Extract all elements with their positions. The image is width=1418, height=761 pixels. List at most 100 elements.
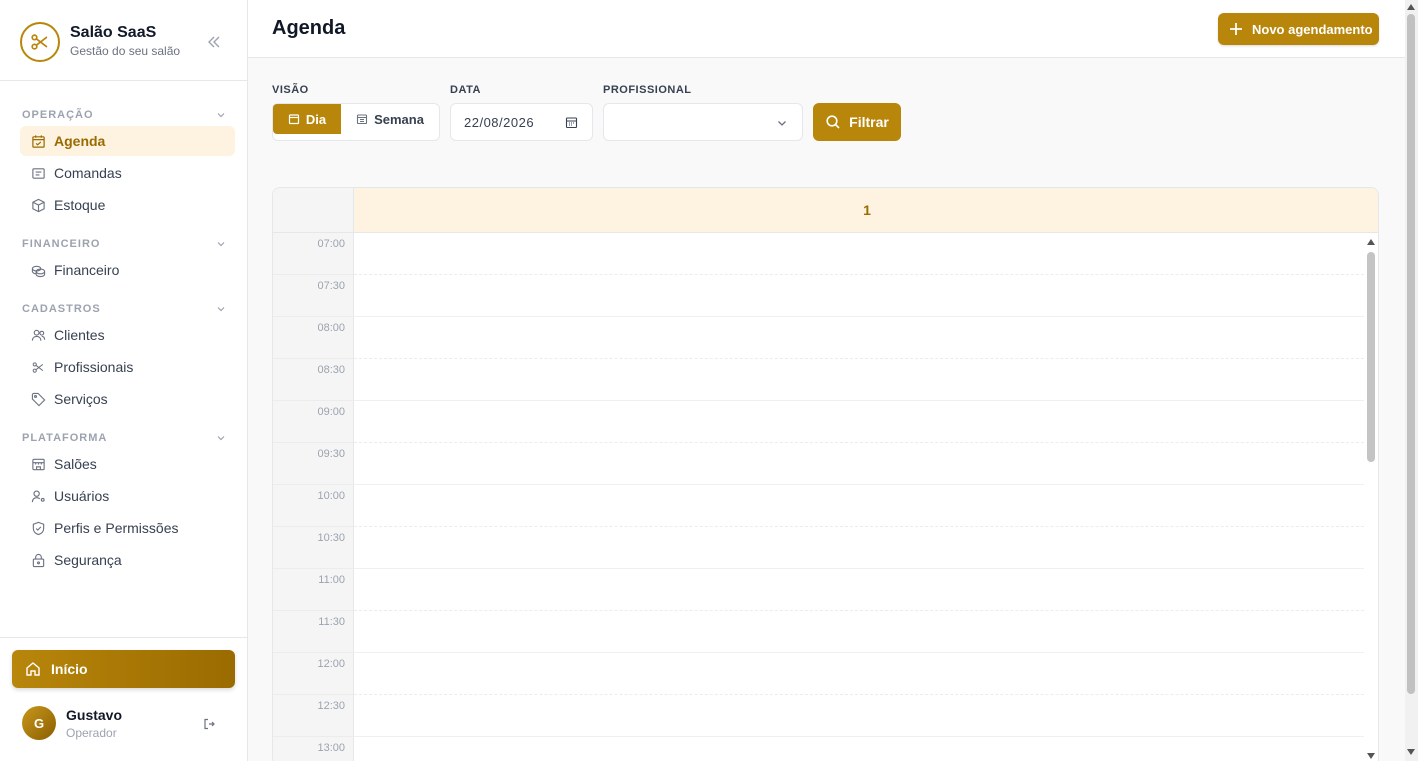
home-icon bbox=[26, 662, 40, 676]
time-slot[interactable] bbox=[354, 569, 1364, 611]
time-slot[interactable] bbox=[354, 401, 1364, 443]
time-slot[interactable] bbox=[354, 359, 1364, 401]
time-label: 12:30 bbox=[317, 700, 345, 712]
sidebar-item-label: Serviços bbox=[54, 391, 108, 407]
chevron-down-icon bbox=[217, 436, 225, 441]
calendar-corner bbox=[273, 188, 354, 233]
new-appointment-button[interactable]: Novo agendamento bbox=[1218, 13, 1379, 45]
page-scroll-up-icon[interactable] bbox=[1407, 4, 1415, 10]
time-label: 07:30 bbox=[317, 280, 345, 292]
section-cadastros[interactable]: CADASTROS bbox=[22, 301, 226, 317]
time-row: 08:00 bbox=[273, 317, 354, 359]
time-slot[interactable] bbox=[354, 653, 1364, 695]
time-label: 09:00 bbox=[317, 406, 345, 418]
section-label: FINANCEIRO bbox=[22, 238, 101, 250]
sidebar-item-financeiro[interactable]: Financeiro bbox=[20, 255, 235, 285]
sidebar-item-clientes[interactable]: Clientes bbox=[20, 320, 235, 350]
date-field[interactable]: 22/08/2026 bbox=[450, 103, 593, 141]
sidebar-item-perfis[interactable]: Perfis e Permissões bbox=[20, 513, 235, 543]
time-label: 08:30 bbox=[317, 364, 345, 376]
time-label: 10:30 bbox=[317, 532, 345, 544]
home-button[interactable]: Início bbox=[12, 650, 235, 688]
professional-select[interactable] bbox=[603, 103, 803, 141]
sidebar: Salão SaaS Gestão do seu salão OPERAÇÃO … bbox=[0, 0, 248, 761]
chevron-down-icon bbox=[217, 307, 225, 312]
time-label: 07:00 bbox=[317, 238, 345, 250]
filter-label: Filtrar bbox=[849, 114, 889, 130]
lock-icon bbox=[30, 552, 46, 568]
user-cog-icon bbox=[30, 488, 46, 504]
chevron-down-icon bbox=[217, 242, 225, 247]
professional-label: PROFISSIONAL bbox=[603, 84, 692, 96]
tag-icon bbox=[30, 391, 46, 407]
sidebar-item-servicos[interactable]: Serviços bbox=[20, 384, 235, 414]
time-slot[interactable] bbox=[354, 275, 1364, 317]
time-label: 09:30 bbox=[317, 448, 345, 460]
time-row: 08:30 bbox=[273, 359, 354, 401]
section-label: PLATAFORMA bbox=[22, 432, 108, 444]
time-slot[interactable] bbox=[354, 317, 1364, 359]
sidebar-footer: Início G Gustavo Operador bbox=[0, 637, 248, 761]
calendar-icon bbox=[288, 114, 299, 125]
view-day-button[interactable]: Dia bbox=[273, 104, 341, 134]
section-operacao[interactable]: OPERAÇÃO bbox=[22, 107, 226, 123]
sidebar-item-label: Profissionais bbox=[54, 359, 134, 375]
scissors-logo-icon bbox=[20, 22, 60, 62]
new-appointment-label: Novo agendamento bbox=[1252, 21, 1373, 37]
time-label: 10:00 bbox=[317, 490, 345, 502]
calendar-column-header: 1 bbox=[354, 188, 1378, 233]
receipt-icon bbox=[30, 165, 46, 181]
sidebar-item-label: Estoque bbox=[54, 197, 106, 213]
time-slot[interactable] bbox=[354, 527, 1364, 569]
brand-header: Salão SaaS Gestão do seu salão bbox=[0, 0, 247, 81]
time-label: 11:30 bbox=[318, 616, 345, 628]
view-week-button[interactable]: Semana bbox=[341, 104, 439, 134]
view-week-label: Semana bbox=[374, 111, 424, 127]
time-label: 13:00 bbox=[317, 742, 345, 754]
sidebar-item-label: Agenda bbox=[54, 133, 106, 149]
scroll-up-arrow-icon[interactable] bbox=[1367, 239, 1375, 245]
time-row: 10:00 bbox=[273, 485, 354, 527]
sidebar-item-saloes[interactable]: Salões bbox=[20, 449, 235, 479]
view-day-label: Dia bbox=[305, 111, 327, 127]
time-row: 07:30 bbox=[273, 275, 354, 317]
plus-icon bbox=[1230, 23, 1242, 35]
view-label: VISÃO bbox=[272, 84, 309, 96]
calendar-week-icon bbox=[357, 114, 368, 125]
time-slot[interactable] bbox=[354, 443, 1364, 485]
sidebar-item-label: Usuários bbox=[54, 488, 110, 504]
sidebar-item-agenda[interactable]: Agenda bbox=[20, 126, 235, 156]
store-icon bbox=[30, 456, 46, 472]
section-plataforma[interactable]: PLATAFORMA bbox=[22, 430, 226, 446]
users-icon bbox=[30, 327, 46, 343]
date-value: 22/08/2026 bbox=[464, 114, 535, 130]
time-slot[interactable] bbox=[354, 611, 1364, 653]
time-row: 09:30 bbox=[273, 443, 354, 485]
logout-icon[interactable] bbox=[200, 715, 218, 733]
time-slot[interactable] bbox=[354, 737, 1364, 761]
sidebar-item-estoque[interactable]: Estoque bbox=[20, 190, 235, 220]
sidebar-item-usuarios[interactable]: Usuários bbox=[20, 481, 235, 511]
sidebar-item-label: Perfis e Permissões bbox=[54, 520, 179, 536]
scroll-down-arrow-icon[interactable] bbox=[1367, 753, 1375, 759]
collapse-sidebar-icon[interactable] bbox=[204, 32, 224, 52]
section-financeiro[interactable]: FINANCEIRO bbox=[22, 236, 226, 252]
chevron-down-icon bbox=[778, 121, 786, 126]
page-scroll-down-icon[interactable] bbox=[1407, 749, 1415, 755]
time-slot[interactable] bbox=[354, 485, 1364, 527]
time-row: 11:30 bbox=[273, 611, 354, 653]
page-scroll-thumb[interactable] bbox=[1407, 14, 1415, 694]
calendar-picker-icon[interactable] bbox=[565, 116, 578, 134]
sidebar-item-seguranca[interactable]: Segurança bbox=[20, 545, 235, 575]
box-icon bbox=[30, 197, 46, 213]
chevron-down-icon bbox=[217, 113, 225, 118]
time-row: 07:00 bbox=[273, 233, 354, 275]
time-slot[interactable] bbox=[354, 695, 1364, 737]
sidebar-item-comandas[interactable]: Comandas bbox=[20, 158, 235, 188]
shield-icon bbox=[30, 520, 46, 536]
time-row: 13:00 bbox=[273, 737, 354, 761]
sidebar-item-profissionais[interactable]: Profissionais bbox=[20, 352, 235, 382]
calendar-scroll-thumb[interactable] bbox=[1367, 252, 1375, 462]
time-slot[interactable] bbox=[354, 233, 1364, 275]
filter-button[interactable]: Filtrar bbox=[813, 103, 901, 141]
